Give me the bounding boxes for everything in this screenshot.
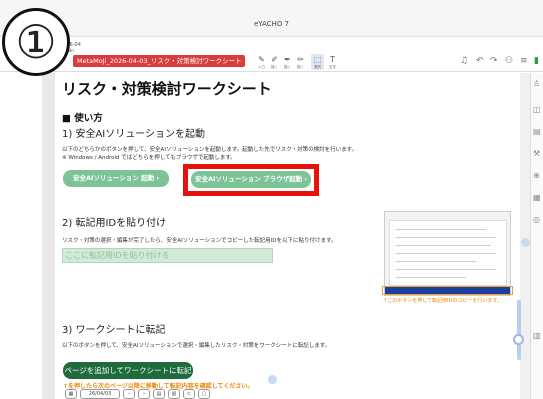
redo-icon[interactable]: ↷ bbox=[490, 56, 498, 66]
toolbar: MetaMoJi_2026-04-03_リスク・対策検討ワークシート ✎ 入力 ✐… bbox=[0, 52, 543, 72]
layout-icon[interactable]: ▥ bbox=[168, 389, 180, 399]
section1-heading: 1) 安全AIソリューションを起動 bbox=[62, 129, 206, 140]
grid-icon[interactable]: ▦ bbox=[533, 193, 541, 202]
mic-icon[interactable]: ♫ bbox=[460, 56, 468, 66]
tool-glyph: ✐ bbox=[271, 55, 278, 64]
tool-caption: 文字 bbox=[329, 65, 336, 69]
layers-icon[interactable]: ◫ bbox=[533, 105, 541, 114]
page-gutter bbox=[42, 73, 55, 399]
section1-desc: 以下のどちらかのボタンを押して、安全AIソリューションを起動します。起動した先で… bbox=[62, 147, 358, 153]
menu-icon[interactable]: ≡ bbox=[520, 56, 528, 66]
launch-button[interactable]: 安全AIソリューション 起動 › bbox=[63, 170, 169, 187]
pen-icon[interactable]: ✎ 入力 bbox=[255, 54, 268, 70]
select-icon[interactable]: ⬚ 選択 bbox=[311, 54, 324, 70]
page-title: リスク・対策検討ワークシート bbox=[62, 80, 272, 98]
screenshot-line bbox=[396, 253, 496, 254]
tool-caption: 選択 bbox=[314, 65, 321, 69]
page-icon[interactable]: ▢ bbox=[198, 389, 210, 399]
tool-caption: 入力 bbox=[258, 65, 265, 69]
user-icon[interactable]: ♙ bbox=[533, 79, 540, 88]
section1-note: ※ Windows / Android ではどちらを押してもブラウザで起動します… bbox=[62, 155, 236, 161]
screenshot-line bbox=[396, 245, 491, 246]
page-marker-dot[interactable] bbox=[521, 238, 530, 247]
calendar-icon[interactable]: ▦ bbox=[65, 389, 77, 399]
add-icon[interactable]: ⊕ bbox=[533, 171, 540, 180]
screenshot-line bbox=[396, 269, 496, 270]
transfer-id-input[interactable]: ここに転記用IDを貼り付ける bbox=[62, 248, 273, 263]
marker-icon[interactable]: ✐ 描く bbox=[268, 54, 281, 70]
side-panel: ♙ ◫ ▤ ⚒ ⊕ ▦ ◎ ▥ bbox=[530, 73, 543, 399]
tool-glyph: ⬚ bbox=[313, 55, 322, 64]
step-number-badge: ① bbox=[2, 8, 70, 76]
scrollbar-track[interactable] bbox=[517, 300, 521, 360]
tool-caption: 描く bbox=[297, 65, 304, 69]
text-icon[interactable]: T 文字 bbox=[326, 54, 339, 70]
highlighter-icon[interactable]: ✏ 描く bbox=[294, 54, 307, 70]
screenshot-note: ↑このボタンを押して転記用IDのコピーを行います。 bbox=[383, 298, 502, 304]
next-icon[interactable]: › bbox=[138, 389, 150, 399]
status-icon: ▮ bbox=[534, 56, 539, 66]
tool-caption: 描く bbox=[284, 65, 291, 69]
section3-heading: 3) ワークシートに転記 bbox=[62, 325, 166, 336]
tool-caption: 描く bbox=[271, 65, 278, 69]
tool-icon[interactable]: ⚒ bbox=[533, 149, 540, 158]
page-icon[interactable]: ▤ bbox=[533, 127, 541, 136]
tool-glyph: ✏ bbox=[297, 55, 304, 64]
screenshot-line bbox=[396, 277, 466, 278]
add-page-transfer-button[interactable]: ページを追加してワークシートに転記 › bbox=[63, 362, 193, 392]
screenshot-line bbox=[396, 237, 496, 238]
screenshot-highlight bbox=[382, 286, 513, 295]
undo-icon[interactable]: ↶ bbox=[476, 56, 484, 66]
screenshot-line bbox=[396, 229, 486, 230]
date-field[interactable]: 26/04/03 bbox=[80, 389, 120, 399]
app-title: eYACHO 7 bbox=[253, 20, 290, 28]
screenshot-content bbox=[389, 220, 507, 286]
prev-icon[interactable]: ‹ bbox=[123, 389, 135, 399]
wifi-icon[interactable]: ◎ bbox=[533, 215, 540, 224]
brush-icon[interactable]: ✒ 描く bbox=[281, 54, 294, 70]
share-icon[interactable]: ⚇ bbox=[505, 56, 513, 66]
tool-glyph: ✎ bbox=[258, 55, 265, 64]
chart-icon[interactable]: ▥ bbox=[533, 331, 541, 340]
bottom-bar: ▦ 26/04/03 ‹ › ▤ ▥ ⊂ ▢ bbox=[63, 389, 223, 399]
table-icon[interactable]: ▤ bbox=[153, 389, 165, 399]
link-icon[interactable]: ⊂ bbox=[183, 389, 195, 399]
section2-desc: リスク・対策の選択・編集が完了したら、安全AIソリューションでコピーした転記用I… bbox=[62, 238, 337, 244]
window-titlebar: eYACHO 7 bbox=[0, 0, 543, 37]
screenshot-line bbox=[396, 261, 476, 262]
tool-glyph: ✒ bbox=[284, 55, 291, 64]
tool-glyph: T bbox=[330, 55, 335, 64]
highlight-box bbox=[183, 164, 319, 196]
usage-heading: ■ 使い方 bbox=[62, 113, 103, 124]
section2-heading: 2) 転記用IDを貼り付け bbox=[62, 218, 167, 229]
page-margin bbox=[520, 73, 530, 399]
scrollbar-thumb[interactable] bbox=[513, 334, 524, 345]
page-marker-dot[interactable] bbox=[268, 375, 277, 384]
file-tab[interactable]: MetaMoJi_2026-04-03_リスク・対策検討ワークシート bbox=[73, 55, 245, 67]
section3-desc: 以下のボタンを押して、安全AIソリューションで選択・編集したリスク・対策をワーク… bbox=[62, 343, 331, 349]
example-screenshot bbox=[384, 211, 511, 296]
